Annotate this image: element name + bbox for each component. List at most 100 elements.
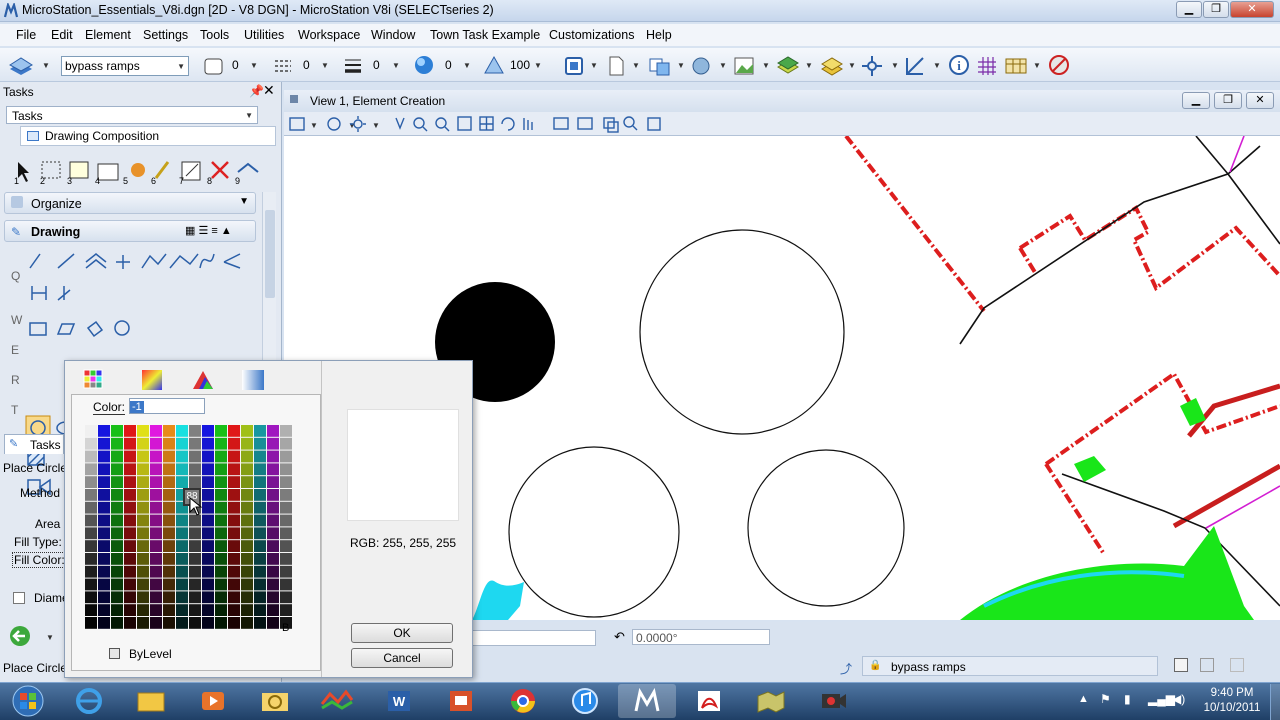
color-swatch-cell[interactable]	[280, 425, 292, 437]
info-icon[interactable]: i	[948, 54, 970, 76]
color-swatch-cell[interactable]	[189, 540, 201, 552]
color-swatch-cell[interactable]	[202, 489, 214, 501]
color-swatch-cell[interactable]	[215, 527, 227, 540]
color-swatch-cell[interactable]	[176, 617, 188, 629]
color-swatch-cell[interactable]	[280, 450, 292, 463]
microstation-app-icon[interactable]	[3, 3, 19, 19]
color-swatch-cell[interactable]	[137, 565, 149, 578]
color-swatch-cell[interactable]	[85, 540, 97, 552]
color-swatch-cell[interactable]	[176, 565, 188, 578]
menu-file[interactable]: File	[16, 28, 36, 42]
color-swatch-cell[interactable]	[241, 540, 253, 552]
color-swatch-cell[interactable]	[137, 591, 149, 604]
back-arrow-icon[interactable]: ▼	[8, 625, 54, 647]
color-swatch-cell[interactable]	[215, 617, 227, 629]
color-swatch-cell[interactable]	[98, 527, 110, 540]
menu-edit[interactable]: Edit	[51, 28, 73, 42]
color-swatch-cell[interactable]	[85, 527, 97, 540]
color-swatch-cell[interactable]	[85, 553, 97, 565]
color-swatch-cell[interactable]	[150, 553, 162, 565]
color-swatch-cell[interactable]	[189, 463, 201, 476]
color-swatch-cell[interactable]	[267, 565, 279, 578]
color-swatch-cell[interactable]	[98, 514, 110, 527]
color-swatch-cell[interactable]	[111, 617, 123, 629]
color-swatch-cell[interactable]	[150, 617, 162, 629]
color-swatch-cell[interactable]	[85, 450, 97, 463]
image-icon[interactable]	[733, 55, 755, 77]
reference-icon[interactable]	[648, 55, 672, 77]
line-weight-icon[interactable]	[342, 55, 364, 77]
color-swatch-cell[interactable]	[98, 578, 110, 591]
color-swatch-cell[interactable]	[254, 425, 266, 437]
priority-dropdown-arrow[interactable]: ▼	[534, 61, 542, 70]
action-center-flag-icon[interactable]: ⚑	[1100, 692, 1111, 706]
color-swatch-cell[interactable]	[241, 604, 253, 616]
color-swatch-cell[interactable]	[150, 463, 162, 476]
color-swatch-cell[interactable]	[150, 604, 162, 616]
color-swatch-cell[interactable]	[254, 489, 266, 501]
display-dropdown-arrow[interactable]: ▼	[805, 61, 813, 70]
color-swatch-cell[interactable]	[215, 437, 227, 450]
color-table-tab-icon[interactable]	[83, 369, 105, 391]
color-swatch-cell[interactable]	[150, 591, 162, 604]
color-swatch-cell[interactable]	[85, 489, 97, 501]
color-swatch-cell[interactable]	[267, 540, 279, 552]
color-swatch-cell[interactable]	[267, 604, 279, 616]
color-swatch-cell[interactable]	[228, 553, 240, 565]
color-swatch-cell[interactable]	[163, 425, 175, 437]
color-swatch-cell[interactable]	[254, 540, 266, 552]
view-close-button[interactable]: ✕	[1246, 92, 1274, 109]
color-swatch-cell[interactable]	[150, 540, 162, 552]
color-swatch-cell[interactable]	[176, 476, 188, 488]
color-swatch-cell[interactable]	[163, 565, 175, 578]
color-swatch-cell[interactable]	[254, 514, 266, 527]
microstation-taskbar-icon[interactable]	[618, 684, 676, 718]
file-explorer-icon[interactable]	[122, 684, 180, 718]
color-swatch-cell[interactable]	[215, 553, 227, 565]
color-swatch-cell[interactable]	[189, 578, 201, 591]
color-swatch-cell[interactable]	[111, 540, 123, 552]
level-dropdown-arrow[interactable]: ▼	[42, 61, 50, 70]
message-icon[interactable]	[1230, 658, 1244, 672]
color-swatch-cell[interactable]	[176, 425, 188, 437]
workspace-dropdown-arrow[interactable]: ▼	[1033, 61, 1041, 70]
color-swatch-cell[interactable]	[241, 553, 253, 565]
color-swatch-cell[interactable]	[98, 450, 110, 463]
tasks-dropdown-arrow[interactable]: ▼	[245, 111, 253, 120]
color-swatch-cell[interactable]	[137, 540, 149, 552]
color-swatch-cell[interactable]	[85, 591, 97, 604]
color-swatch-cell[interactable]	[150, 565, 162, 578]
snap-icon[interactable]	[861, 55, 883, 77]
color-swatch-cell[interactable]	[254, 527, 266, 540]
itunes-icon[interactable]	[556, 684, 614, 718]
color-swatch-grid[interactable]	[85, 425, 295, 635]
color-swatch-cell[interactable]	[254, 553, 266, 565]
color-swatch-cell[interactable]	[267, 617, 279, 629]
maximize-button[interactable]: ❐	[1203, 1, 1229, 18]
color-swatch-cell[interactable]	[280, 604, 292, 616]
color-swatch-cell[interactable]	[85, 476, 97, 488]
color-swatch-cell[interactable]	[202, 501, 214, 514]
color-swatch-cell[interactable]	[176, 450, 188, 463]
color-swatch-cell[interactable]	[215, 450, 227, 463]
color-swatch-cell[interactable]	[176, 514, 188, 527]
color-swatch-cell[interactable]	[98, 604, 110, 616]
outlook-icon[interactable]	[246, 684, 304, 718]
active-level-icon[interactable]	[8, 55, 34, 77]
color-swatch-cell[interactable]	[111, 425, 123, 437]
drawing-section-header[interactable]: ✎ Drawing ▦ ☰ ≡ ▲	[4, 220, 256, 242]
color-swatch-cell[interactable]	[241, 450, 253, 463]
color-swatch-cell[interactable]	[189, 617, 201, 629]
color-swatch-cell[interactable]	[150, 450, 162, 463]
acrobat-icon[interactable]	[680, 684, 738, 718]
color-swatch-cell[interactable]	[189, 476, 201, 488]
color-swatch-cell[interactable]	[150, 514, 162, 527]
accudraw-icon[interactable]	[904, 55, 926, 77]
color-swatch-cell[interactable]	[98, 425, 110, 437]
color-swatch-cell[interactable]	[228, 437, 240, 450]
color-swatch-cell[interactable]	[163, 527, 175, 540]
start-button-icon[interactable]	[10, 684, 46, 718]
color-swatch-cell[interactable]	[254, 476, 266, 488]
color-swatch-cell[interactable]	[189, 553, 201, 565]
color-number-input[interactable]: -1	[129, 398, 205, 414]
